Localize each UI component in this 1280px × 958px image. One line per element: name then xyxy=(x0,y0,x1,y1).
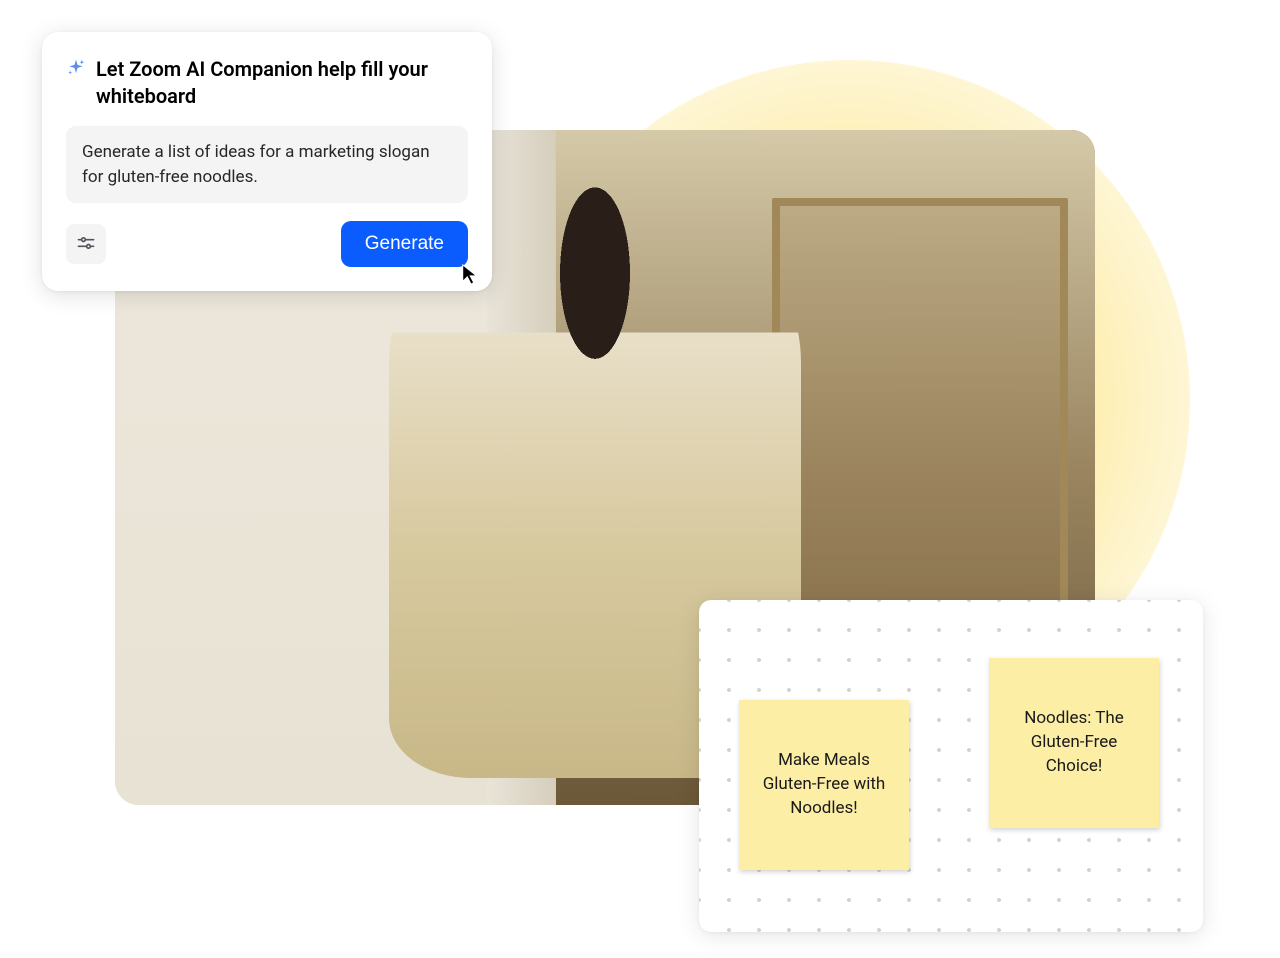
generate-button[interactable]: Generate xyxy=(341,221,468,267)
ai-panel-header: Let Zoom AI Companion help fill your whi… xyxy=(66,56,468,110)
ai-panel-footer: Generate xyxy=(66,221,468,267)
ai-panel-title: Let Zoom AI Companion help fill your whi… xyxy=(96,56,468,110)
ai-prompt-input[interactable]: Generate a list of ideas for a marketing… xyxy=(66,126,468,203)
sticky-note[interactable]: Make Meals Gluten-Free with Noodles! xyxy=(739,700,909,870)
sticky-note[interactable]: Noodles: The Gluten-Free Choice! xyxy=(989,658,1159,828)
cursor-icon xyxy=(460,263,482,285)
settings-button[interactable] xyxy=(66,224,106,264)
ai-companion-panel: Let Zoom AI Companion help fill your whi… xyxy=(42,32,492,291)
whiteboard-canvas[interactable]: Make Meals Gluten-Free with Noodles! Noo… xyxy=(699,600,1203,932)
generate-button-label: Generate xyxy=(365,233,444,254)
sliders-icon xyxy=(76,233,96,256)
sparkle-icon xyxy=(66,58,86,78)
